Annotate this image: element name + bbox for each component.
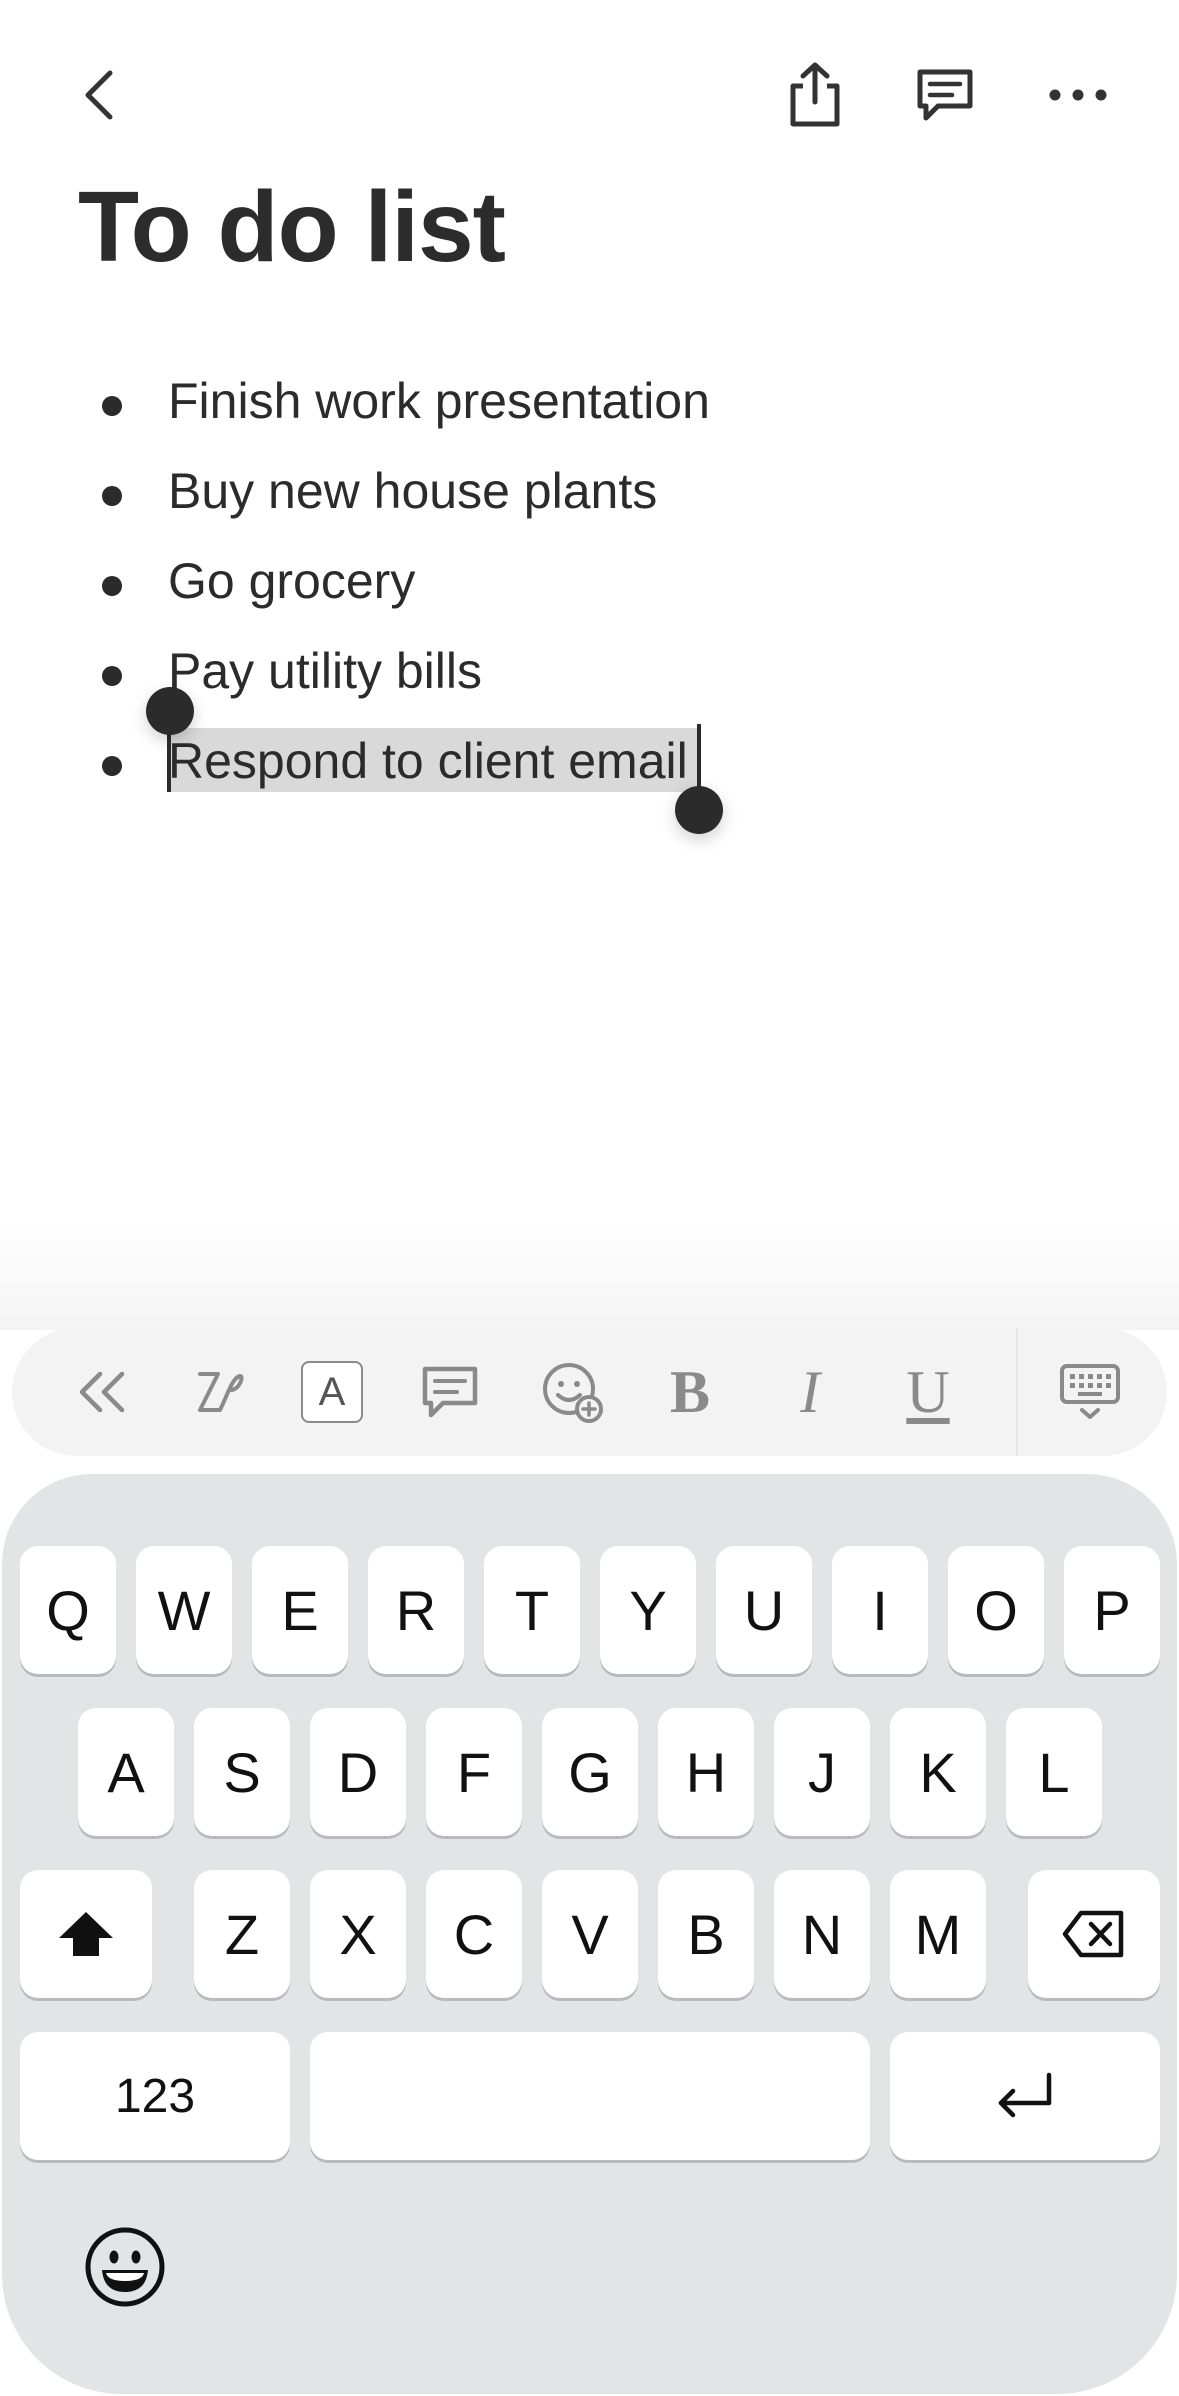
key-r[interactable]: R [368,1546,464,1674]
italic-button[interactable]: I [760,1328,860,1456]
comments-button[interactable] [902,52,988,138]
emoji-icon [85,2227,165,2307]
format-toolbar: A B I U [12,1328,1167,1456]
return-icon [998,2072,1052,2118]
collapse-icon [79,1371,125,1413]
bullet-icon [102,666,122,686]
key-m[interactable]: M [890,1870,986,1998]
underline-button[interactable]: U [878,1328,978,1456]
list-item[interactable]: Buy new house plants [0,450,1179,540]
list-item-text[interactable]: Finish work presentation [168,372,710,430]
text-style-label: A [318,1369,346,1414]
key-y[interactable]: Y [600,1546,696,1674]
keyboard: Q W E R T Y U I O P A S D F G H J K L Z … [2,1474,1177,2394]
key-i[interactable]: I [832,1546,928,1674]
underline-icon: U [906,1358,950,1425]
bullet-icon [102,576,122,596]
numbers-key[interactable]: 123 [20,2032,290,2160]
bullet-icon [102,396,122,416]
bullet-icon [102,486,122,506]
toolbar-divider [1016,1328,1018,1456]
key-g[interactable]: G [542,1708,638,1836]
hide-keyboard-button[interactable] [1040,1328,1140,1456]
page-title[interactable]: To do list [78,170,506,285]
list-item-text[interactable]: Pay utility bills [168,642,482,700]
selection-start-handle[interactable] [146,687,194,735]
bold-button[interactable]: B [640,1328,740,1456]
key-h[interactable]: H [658,1708,754,1836]
backspace-icon [1062,1910,1124,1958]
list-item-text[interactable]: Respond to client email [168,732,688,790]
emoji-add-icon [543,1363,603,1423]
key-p[interactable]: P [1064,1546,1160,1674]
key-o[interactable]: O [948,1546,1044,1674]
toolbar-fade [0,1220,1179,1330]
key-n[interactable]: N [774,1870,870,1998]
emoji-button[interactable] [80,2222,170,2312]
key-d[interactable]: D [310,1708,406,1836]
chevron-left-icon [85,70,113,120]
comment-icon [917,69,973,121]
todo-list: Finish work presentation Buy new house p… [0,360,1179,810]
key-b[interactable]: B [658,1870,754,1998]
return-key[interactable] [890,2032,1160,2160]
key-c[interactable]: C [426,1870,522,1998]
key-t[interactable]: T [484,1546,580,1674]
key-x[interactable]: X [310,1870,406,1998]
back-button[interactable] [60,55,140,135]
key-v[interactable]: V [542,1870,638,1998]
key-s[interactable]: S [194,1708,290,1836]
handwriting-icon [198,1372,244,1412]
list-item-text[interactable]: Buy new house plants [168,462,657,520]
key-w[interactable]: W [136,1546,232,1674]
add-comment-button[interactable] [400,1328,500,1456]
delete-key[interactable] [1028,1870,1160,1998]
comment-icon [422,1366,478,1418]
more-button[interactable] [1035,52,1121,138]
more-horizontal-icon [1049,89,1107,101]
bold-icon: B [669,1358,711,1425]
share-button[interactable] [772,52,858,138]
key-j[interactable]: J [774,1708,870,1836]
key-a[interactable]: A [78,1708,174,1836]
handwriting-button[interactable] [170,1328,270,1456]
key-f[interactable]: F [426,1708,522,1836]
key-q[interactable]: Q [20,1546,116,1674]
list-item-text[interactable]: Go grocery [168,552,415,610]
shift-key[interactable] [20,1870,152,1998]
text-style-button[interactable]: A [282,1328,382,1456]
space-key[interactable] [310,2032,870,2160]
selection-end-caret [697,724,701,792]
collapse-toolbar-button[interactable] [52,1328,152,1456]
hide-keyboard-icon [1060,1364,1120,1419]
key-z[interactable]: Z [194,1870,290,1998]
key-e[interactable]: E [252,1546,348,1674]
key-l[interactable]: L [1006,1708,1102,1836]
bullet-icon [102,756,122,776]
key-u[interactable]: U [716,1546,812,1674]
key-k[interactable]: K [890,1708,986,1836]
list-item[interactable]: Go grocery [0,540,1179,630]
selection-end-handle[interactable] [675,786,723,834]
share-icon [790,62,840,127]
list-item[interactable]: Finish work presentation [0,360,1179,450]
text-style-icon: A [301,1361,363,1423]
add-reaction-button[interactable] [522,1328,622,1456]
shift-icon [59,1912,113,1956]
italic-icon: I [800,1358,820,1425]
